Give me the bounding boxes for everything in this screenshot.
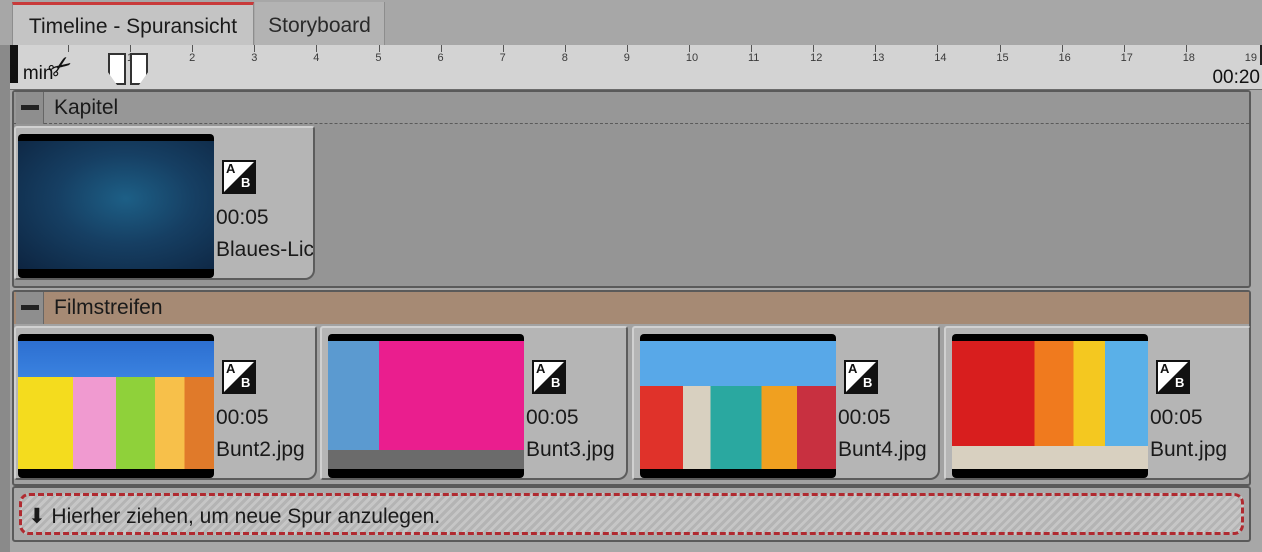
clip-duration: 00:05 (526, 406, 579, 429)
tab-timeline[interactable]: Timeline - Spuransicht (12, 2, 254, 45)
clip-duration: 00:05 (838, 406, 891, 429)
clip-duration: 00:05 (216, 206, 269, 229)
ruler-tick-label: 12 (810, 52, 823, 64)
track-title: Filmstreifen (54, 296, 163, 319)
ruler-tick (440, 45, 442, 52)
clip-name: Bunt.jpg (1150, 438, 1228, 461)
ruler-tick-label: 15 (996, 52, 1009, 64)
ruler-tick (1123, 45, 1125, 52)
ruler-tick (937, 45, 939, 52)
ruler-tick (564, 45, 566, 52)
ruler-tick-label: 5 (375, 52, 382, 64)
ruler-tick (68, 45, 69, 52)
ruler-tick (192, 45, 194, 52)
ruler-tick-label: 7 (499, 52, 506, 64)
clip[interactable]: AB 00:05 Bunt2.jpg (14, 326, 317, 480)
ruler-end-label: 00:20 (1212, 67, 1260, 88)
ruler-tick-label: 2 (189, 52, 196, 64)
ruler-tick (254, 45, 256, 52)
clip[interactable]: AB 00:05 Bunt3.jpg (320, 326, 628, 480)
marker-in-icon[interactable] (108, 53, 126, 85)
track-filmstreifen: Filmstreifen AB 00:05 Bunt2.jpg AB 00:05… (12, 290, 1251, 486)
ruler-tick (502, 45, 504, 52)
collapse-icon[interactable] (16, 292, 44, 324)
clip-thumbnail (328, 334, 524, 478)
clip-name: Bunt2.jpg (216, 438, 305, 461)
ruler-tick-label: 6 (437, 52, 444, 64)
clip-thumbnail (18, 134, 214, 278)
ruler-tick (689, 45, 690, 52)
track-title: Kapitel (54, 96, 119, 119)
ruler-tick-label: 8 (561, 52, 568, 64)
left-edge (0, 45, 10, 552)
ruler-tick-label: 13 (872, 52, 885, 64)
ruler-tick (316, 45, 318, 52)
ruler-tick-label: 3 (251, 52, 258, 64)
ruler-tick (751, 45, 753, 52)
ruler-tick (813, 45, 815, 52)
ab-transition-icon[interactable]: AB (1156, 360, 1190, 394)
ab-transition-icon[interactable]: AB (532, 360, 566, 394)
tab-storyboard[interactable]: Storyboard (255, 2, 385, 45)
ruler-tick-label: 18 (1182, 52, 1195, 64)
ruler-tick (875, 45, 877, 52)
collapse-icon[interactable] (16, 92, 44, 124)
new-track-area[interactable]: ⬇ Hierher ziehen, um neue Spur anzulegen… (12, 486, 1251, 542)
clip-thumbnail (952, 334, 1148, 478)
clip[interactable]: AB 00:05 Bunt4.jpg (632, 326, 940, 480)
track-header: Kapitel (14, 92, 1249, 124)
clip-thumbnail (640, 334, 836, 478)
ruler-tick-label: 9 (623, 52, 630, 64)
time-ruler[interactable]: 12345678910111213141516171819 0 min ✂ 00… (10, 45, 1262, 90)
ab-transition-icon[interactable]: AB (844, 360, 878, 394)
ab-transition-icon[interactable]: AB (222, 360, 256, 394)
ruler-tick-label: 14 (934, 52, 947, 64)
ab-transition-icon[interactable]: AB (222, 160, 256, 194)
clip-duration: 00:05 (216, 406, 269, 429)
clip-thumbnail (18, 334, 214, 478)
ruler-tick-label: 19 (1244, 52, 1258, 64)
track-header: Filmstreifen (14, 292, 1249, 324)
track-kapitel: Kapitel AB 00:05 Blaues-Licht.jpg (12, 90, 1251, 288)
new-track-dropzone[interactable]: ⬇ Hierher ziehen, um neue Spur anzulegen… (19, 493, 1244, 535)
clip[interactable]: AB 00:05 Bunt.jpg (944, 326, 1251, 480)
clip-name: Bunt4.jpg (838, 438, 927, 461)
ruler-tick (999, 45, 1001, 52)
ruler-tick-label: 10 (685, 52, 699, 64)
clip[interactable]: AB 00:05 Blaues-Licht.jpg (14, 126, 315, 280)
clip-name: Bunt3.jpg (526, 438, 615, 461)
ruler-tick-label: 17 (1120, 52, 1133, 64)
clip-duration: 00:05 (1150, 406, 1203, 429)
ruler-tick-label: 16 (1058, 52, 1071, 64)
clip-name: Blaues-Licht.jpg (216, 238, 315, 261)
tab-bar: Timeline - Spuransicht Storyboard (0, 0, 1262, 45)
ruler-tick (378, 45, 380, 52)
marker-out-icon[interactable] (130, 53, 148, 85)
ruler-tick (626, 45, 628, 52)
ruler-tick (130, 45, 132, 52)
ruler-tick (1185, 45, 1187, 52)
ruler-tick-label: 11 (748, 52, 760, 64)
ruler-tick (1061, 45, 1063, 52)
ruler-tick-label: 4 (313, 52, 320, 64)
